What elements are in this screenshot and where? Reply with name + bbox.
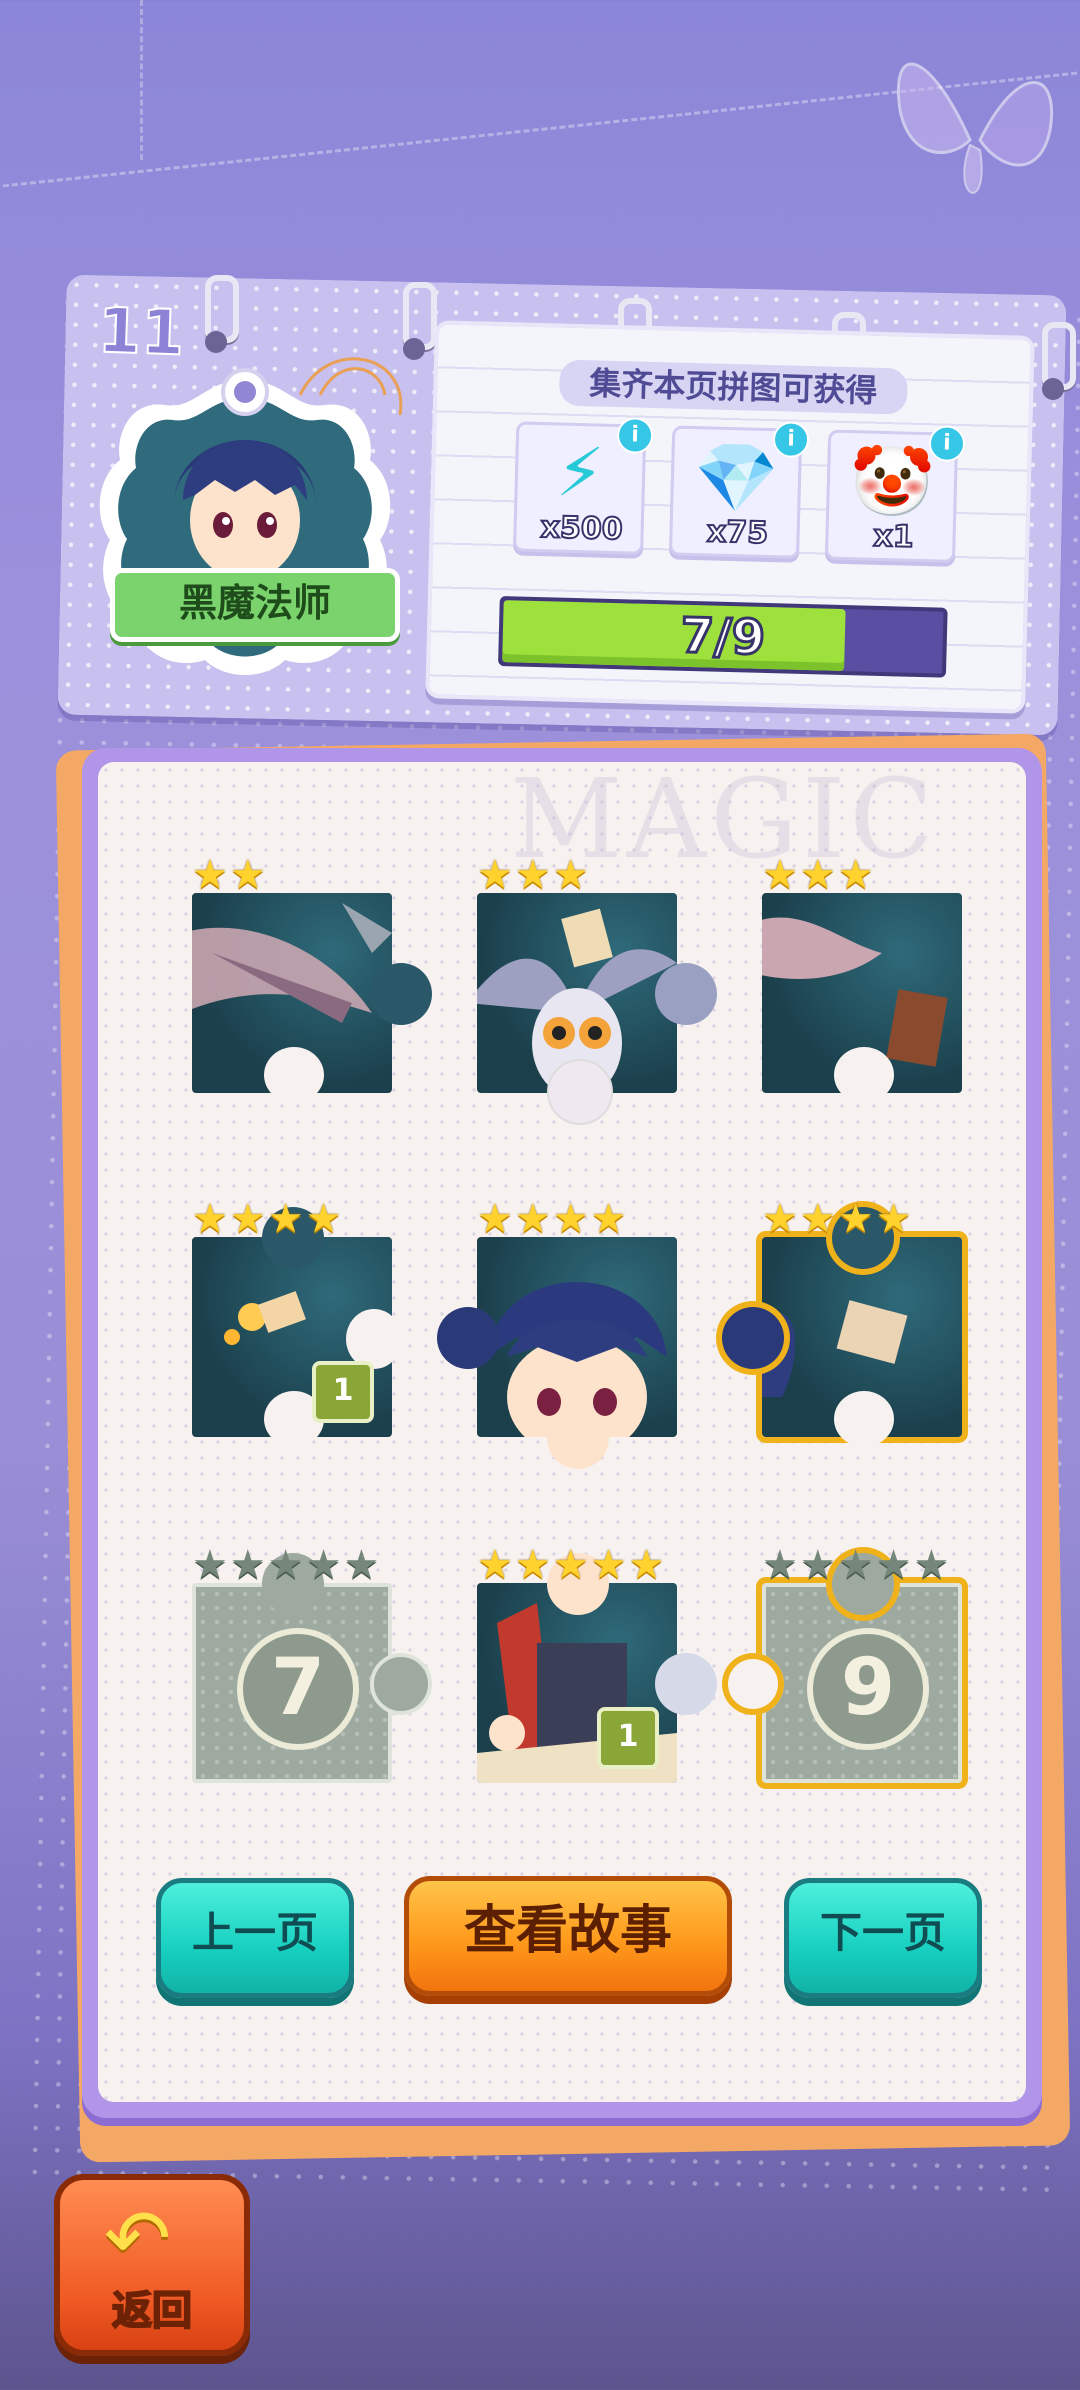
locked-piece-number: 9 (807, 1628, 929, 1750)
reward-count: x1 (872, 518, 915, 556)
gold-star-icon: ★ (552, 1196, 589, 1242)
piece-stars: ★ ★ ★ ★ ★ (762, 1545, 949, 1585)
puzzle-piece-6[interactable]: ★ ★ ★ ★ (722, 1199, 962, 1447)
gold-star-icon: ★ (514, 1542, 551, 1588)
gold-star-icon: ★ (590, 1196, 627, 1242)
gold-star-icon: ★ (229, 1196, 266, 1242)
back-button[interactable]: ↶ 返回 (54, 2174, 250, 2356)
piece-stars: ★ ★ (192, 855, 266, 895)
piece-stars: ★ ★ ★ ★ (762, 1199, 911, 1239)
puzzle-piece-5[interactable]: ★ ★ ★ ★ (437, 1199, 677, 1469)
gold-star-icon: ★ (192, 1196, 228, 1242)
gold-star-icon: ★ (477, 1542, 513, 1588)
piece-stars: ★ ★ ★ ★ ★ (192, 1545, 379, 1585)
puzzle-piece-7-locked[interactable]: 7 ★ ★ ★ ★ ★ (192, 1545, 432, 1783)
gray-star-icon: ★ (762, 1542, 798, 1588)
puzzle-piece-8[interactable]: 1 ★ ★ ★ ★ ★ (477, 1545, 717, 1783)
next-page-button[interactable]: 下一页 (784, 1878, 982, 1998)
gold-star-icon: ★ (305, 1196, 342, 1242)
reward-item-energy[interactable]: ⚡ x500 i (513, 417, 654, 555)
gray-star-icon: ★ (799, 1542, 836, 1588)
piece-stars: ★ ★ ★ ★ ★ (477, 1545, 664, 1585)
back-label: 返回 (111, 2287, 193, 2335)
gray-star-icon: ★ (192, 1542, 228, 1588)
gold-star-icon: ★ (514, 852, 551, 898)
puzzle-piece-1[interactable]: ★ ★ (192, 855, 432, 1103)
gold-star-icon: ★ (837, 1196, 874, 1242)
binder-ring (1042, 322, 1076, 400)
gold-star-icon: ★ (267, 1196, 304, 1242)
gray-star-icon: ★ (229, 1542, 266, 1588)
info-icon[interactable]: i (772, 421, 810, 459)
binder-ring (403, 282, 437, 360)
piece-count-badge: 1 (312, 1361, 374, 1423)
gold-star-icon: ★ (799, 852, 836, 898)
reward-item-character[interactable]: 🤡 x1 i (824, 425, 966, 563)
gold-star-icon: ★ (590, 1542, 627, 1588)
gray-star-icon: ★ (343, 1542, 380, 1588)
gray-star-icon: ★ (913, 1542, 950, 1588)
gold-star-icon: ★ (628, 1542, 665, 1588)
reward-count: x75 (706, 513, 770, 552)
reward-title: 集齐本页拼图可获得 (558, 359, 908, 415)
info-icon[interactable]: i (928, 425, 966, 463)
gold-star-icon: ★ (837, 852, 874, 898)
gold-star-icon: ★ (799, 1196, 836, 1242)
gray-star-icon: ★ (837, 1542, 874, 1588)
piece-stars: ★ ★ ★ (762, 855, 874, 895)
locked-piece-number: 7 (237, 1628, 359, 1750)
reward-card: 集齐本页拼图可获得 ⚡ x500 i 💎 x75 i 🤡 x1 i 7/9 (425, 320, 1035, 714)
piece-stars: ★ ★ ★ ★ (477, 1199, 626, 1239)
gold-star-icon: ★ (762, 1196, 798, 1242)
puzzle-piece-4[interactable]: 1 ★ ★ ★ ★ (192, 1199, 402, 1447)
gray-star-icon: ★ (305, 1542, 342, 1588)
reward-count: x500 (539, 509, 624, 548)
piece-stars: ★ ★ ★ (477, 855, 589, 895)
butterfly-decoration (897, 62, 1053, 194)
progress-text: 7/9 (678, 606, 767, 667)
back-arrow-icon: ↶ (104, 2192, 172, 2285)
gold-star-icon: ★ (514, 1196, 551, 1242)
gold-star-icon: ★ (552, 852, 589, 898)
puzzle-piece-3[interactable]: ★ ★ ★ (762, 855, 962, 1103)
puzzle-piece-9-locked[interactable]: 9 ★ ★ ★ ★ ★ (722, 1545, 962, 1783)
gold-star-icon: ★ (762, 852, 798, 898)
binder-ring (205, 275, 239, 353)
piece-count-badge: 1 (597, 1707, 659, 1769)
collection-progress-bar: 7/9 (498, 596, 948, 678)
gold-star-icon: ★ (192, 852, 228, 898)
gold-star-icon: ★ (477, 852, 513, 898)
prev-page-button[interactable]: 上一页 (156, 1878, 354, 1998)
reward-item-diamond[interactable]: 💎 x75 i (668, 421, 810, 559)
piece-stars: ★ ★ ★ ★ (192, 1199, 341, 1239)
gray-star-icon: ★ (875, 1542, 912, 1588)
gold-star-icon: ★ (552, 1542, 589, 1588)
gold-star-icon: ★ (875, 1196, 912, 1242)
gold-star-icon: ★ (477, 1196, 513, 1242)
info-icon[interactable]: i (616, 417, 654, 454)
character-name-ribbon: 黑魔法师 (110, 568, 400, 642)
gray-star-icon: ★ (267, 1542, 304, 1588)
view-story-button[interactable]: 查看故事 (404, 1876, 732, 1996)
puzzle-piece-2[interactable]: ★ ★ ★ (477, 855, 717, 1125)
gold-star-icon: ★ (229, 852, 266, 898)
